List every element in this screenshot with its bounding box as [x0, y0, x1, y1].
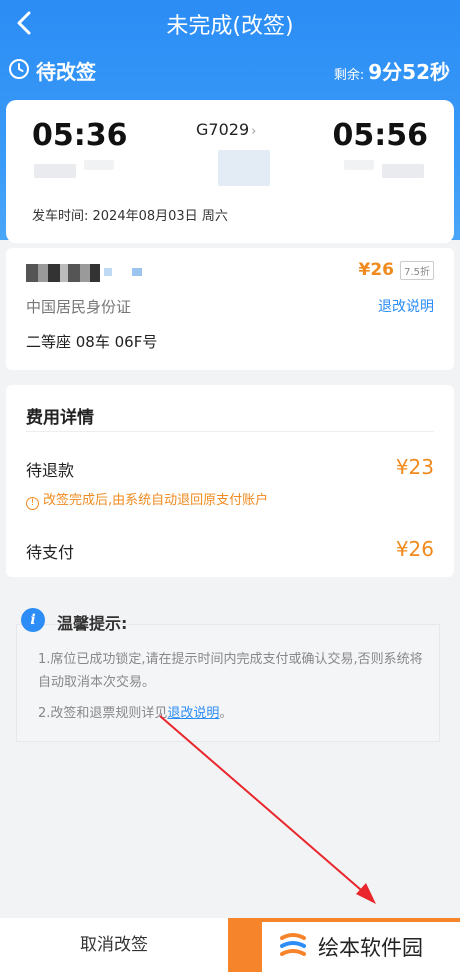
depart-time: 05:36: [32, 118, 128, 153]
arrive-time: 05:56: [332, 118, 429, 153]
remaining-label: 剩余:: [333, 68, 365, 83]
refund-note-text: 改签完成后,由系统自动退回原支付账户: [43, 493, 269, 508]
clock-icon: [9, 59, 29, 79]
seat-info: 二等座 08车 06F号: [26, 333, 158, 351]
train-number-label: G7029: [196, 120, 250, 139]
refund-rule-link[interactable]: 退改说明: [378, 296, 434, 316]
divider: [26, 431, 434, 432]
tip-rules: 2.改签和退票规则详见退改说明。: [38, 702, 232, 721]
nav-bar: 未完成(改签): [0, 0, 460, 48]
page-title: 未完成(改签): [166, 14, 294, 39]
tip-rules-suffix: 。: [219, 706, 233, 721]
redacted-arrive-station: [382, 164, 424, 178]
redacted-duration: [218, 150, 270, 186]
remaining-countdown: 9分52秒: [368, 60, 450, 84]
redacted-mark: [104, 268, 112, 276]
watermark-text: 绘本软件园: [318, 936, 423, 960]
tip-lock: 1.席位已成功锁定,请在提示时间内完成支付或确认交易,否则系统将自动取消本次交易…: [38, 652, 423, 690]
id-type: 中国居民身份证: [26, 298, 132, 316]
redacted-depart-station-2: [84, 160, 114, 170]
order-status-row: 待改签 剩余: 9分52秒: [0, 52, 460, 88]
tip-rules-prefix: 2.改签和退票规则详见: [38, 706, 168, 721]
redacted-arrive-station-2: [344, 160, 374, 170]
tips-title: 温馨提示:: [57, 614, 128, 633]
warning-icon: !: [26, 497, 39, 510]
cancel-change-button[interactable]: 取消改签: [0, 918, 228, 972]
discount-badge: 7.5折: [400, 261, 434, 280]
fee-details-card: 费用详情 待退款 ¥23 ! 改签完成后,由系统自动退回原支付账户 待支付 ¥26: [6, 385, 454, 577]
ticket-card: 05:36 G7029 › 05:56 发车时间: 2024年08月03日 周六: [6, 100, 454, 243]
depart-date: 发车时间: 2024年08月03日 周六: [32, 209, 228, 224]
refund-amount: ¥23: [395, 455, 434, 479]
status-label: 待改签: [36, 60, 96, 84]
passenger-card: ¥26 7.5折 中国居民身份证 退改说明 二等座 08车 06F号: [6, 248, 454, 370]
redacted-passenger-name: [26, 264, 100, 282]
info-icon: i: [21, 608, 45, 632]
refund-note: ! 改签完成后,由系统自动退回原支付账户: [26, 489, 268, 510]
redacted-depart-station: [34, 164, 76, 178]
pay-amount: ¥26: [395, 537, 434, 561]
fee-title: 费用详情: [26, 408, 94, 428]
chevron-right-icon: ›: [251, 124, 257, 139]
pay-label: 待支付: [26, 543, 75, 562]
tip-rules-link[interactable]: 退改说明: [167, 706, 219, 721]
redacted-mark: [132, 268, 142, 276]
watermark-logo-icon: [280, 933, 306, 956]
train-number[interactable]: G7029 ›: [196, 120, 256, 139]
ticket-price: ¥26: [358, 260, 395, 280]
refund-label: 待退款: [26, 461, 75, 480]
remaining-time: 剩余: 9分52秒: [334, 56, 450, 85]
